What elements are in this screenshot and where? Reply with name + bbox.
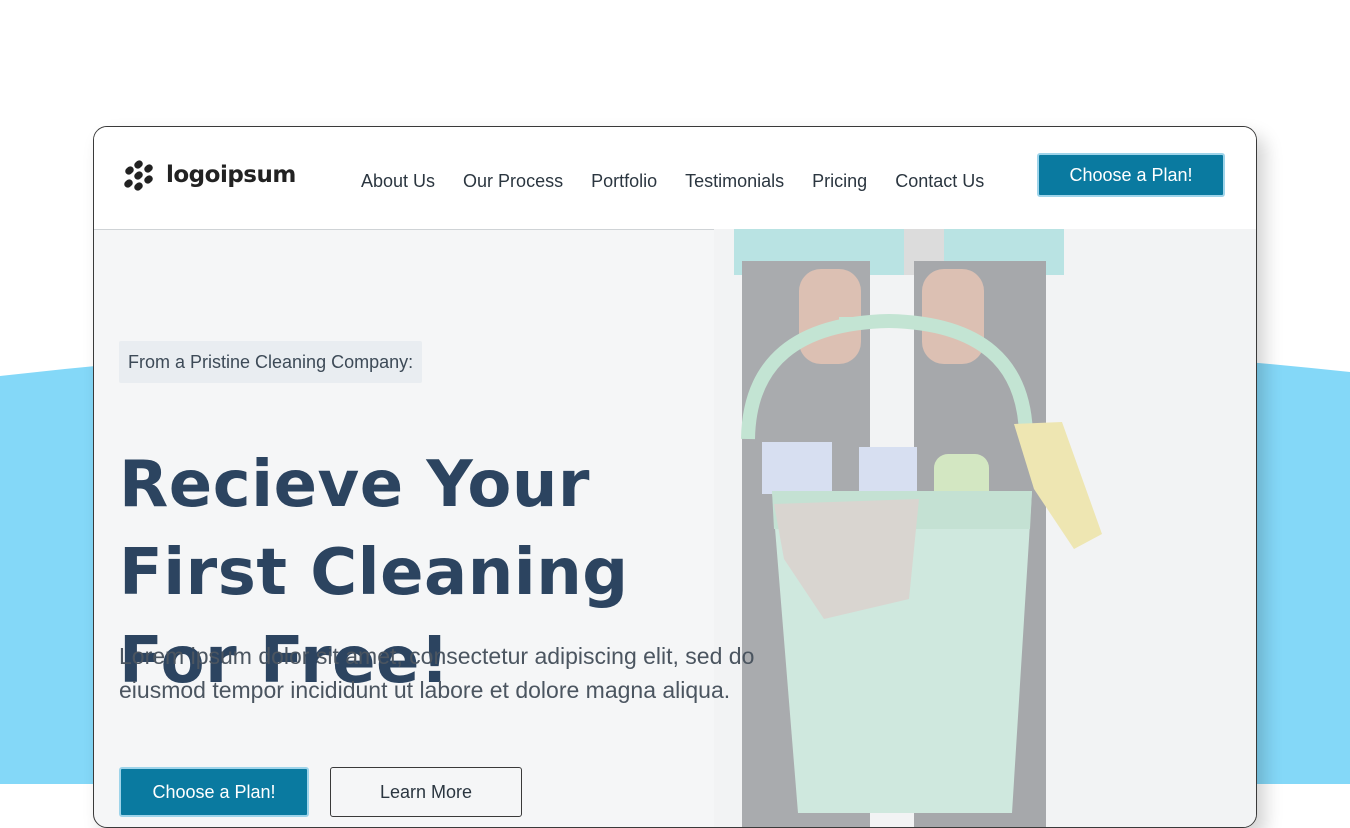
nav-link-testimonials[interactable]: Testimonials — [685, 171, 784, 192]
nav-link-about-us[interactable]: About Us — [361, 171, 435, 192]
cleaning-bucket-photo — [714, 229, 1256, 827]
navbar: logoipsum About Us Our Process Portfolio… — [94, 127, 1256, 230]
choose-plan-nav-button[interactable]: Choose a Plan! — [1037, 153, 1225, 197]
nav-link-contact-us[interactable]: Contact Us — [895, 171, 984, 192]
nav-link-portfolio[interactable]: Portfolio — [591, 171, 657, 192]
logo-icon — [124, 160, 153, 191]
choose-plan-hero-button[interactable]: Choose a Plan! — [119, 767, 309, 817]
hero-eyebrow-label: From a Pristine Cleaning Company: — [119, 341, 423, 383]
main-menu: About Us Our Process Portfolio Testimoni… — [361, 171, 984, 192]
nav-link-pricing[interactable]: Pricing — [812, 171, 867, 192]
logo-text: logoipsum — [166, 162, 296, 188]
nav-link-our-process[interactable]: Our Process — [463, 171, 563, 192]
website-mockup-frame: logoipsum About Us Our Process Portfolio… — [93, 126, 1257, 828]
hero-description: Lorem ipsum dolor sit amet, consectetur … — [119, 643, 755, 703]
learn-more-button[interactable]: Learn More — [330, 767, 522, 817]
logo[interactable]: logoipsum — [122, 158, 296, 192]
hero-section: From a Pristine Cleaning Company: Reciev… — [94, 229, 1256, 827]
